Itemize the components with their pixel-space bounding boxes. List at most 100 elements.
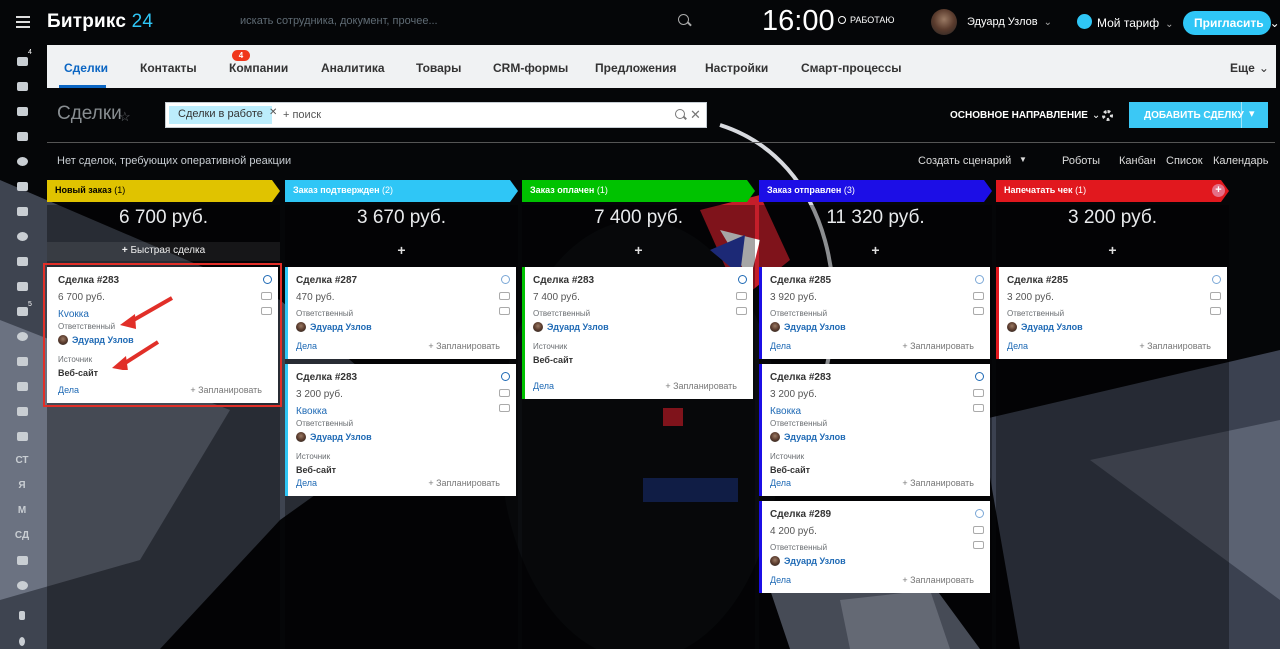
deal-title[interactable]: Сделка #283 [58, 275, 119, 286]
schedule-activity-link[interactable]: + Запланировать [1139, 341, 1211, 351]
responsible-person-link[interactable]: Эдуард Узлов [533, 322, 609, 332]
phone-icon[interactable] [975, 372, 984, 381]
invite-button[interactable]: Пригласить [1183, 11, 1271, 35]
column-header[interactable]: Напечатать чек (1) [996, 180, 1229, 202]
phone-icon[interactable] [738, 275, 747, 284]
close-icon[interactable]: ✕ [690, 107, 701, 123]
filter-search-box[interactable]: Сделки в работе ✕ + поиск ✕ [165, 102, 707, 128]
mail-icon[interactable] [17, 307, 28, 316]
phone-icon[interactable] [263, 275, 272, 284]
schedule-activity-link[interactable]: + Запланировать [902, 575, 974, 585]
deal-title[interactable]: Сделка #289 [770, 509, 831, 520]
store-icon[interactable] [17, 407, 28, 416]
phone-icon[interactable] [975, 275, 984, 284]
chart-icon[interactable] [17, 257, 28, 266]
target-icon[interactable] [17, 157, 28, 166]
email-icon[interactable] [736, 292, 747, 300]
search-icon[interactable] [678, 14, 689, 25]
window-icon[interactable] [17, 107, 28, 116]
grid-icon[interactable] [17, 382, 28, 391]
responsible-person-link[interactable]: Эдуард Узлов [770, 322, 846, 332]
robot-icon[interactable] [17, 82, 28, 91]
direction-select[interactable]: ОСНОВНОЕ НАПРАВЛЕНИЕ [950, 110, 1100, 121]
tab-deals[interactable]: Сделки [64, 61, 108, 75]
email-icon[interactable] [1210, 292, 1221, 300]
schedule-activity-link[interactable]: + Запланировать [428, 478, 500, 488]
gear-icon[interactable] [1102, 110, 1113, 121]
tab-settings[interactable]: Настройки [705, 61, 768, 75]
chevron-down-icon[interactable]: ▾ [1249, 107, 1255, 120]
phone-icon[interactable] [501, 372, 510, 381]
book-icon[interactable] [17, 132, 28, 141]
deal-card[interactable]: Сделка #283 3 200 руб. Квокка Ответственный… [285, 364, 516, 496]
document-icon[interactable] [17, 556, 28, 565]
chat-icon[interactable] [499, 307, 510, 315]
chat-icon[interactable] [973, 307, 984, 315]
responsible-person-link[interactable]: Эдуард Узлов [770, 556, 846, 566]
phone-icon[interactable] [975, 509, 984, 518]
phone-icon[interactable] [501, 275, 510, 284]
chip-close-icon[interactable]: ✕ [269, 107, 277, 118]
tarif-menu[interactable]: Мой тариф [1097, 16, 1174, 30]
chat-icon[interactable] [973, 404, 984, 412]
schedule-activity-link[interactable]: + Запланировать [665, 381, 737, 391]
settings-sliders-icon[interactable] [17, 432, 28, 441]
schedule-activity-link[interactable]: + Запланировать [902, 478, 974, 488]
tab-products[interactable]: Товары [416, 61, 461, 75]
drive-icon[interactable] [17, 207, 28, 216]
create-scenario-button[interactable]: Создать сценарий [918, 155, 1011, 167]
schedule-activity-link[interactable]: + Запланировать [190, 385, 262, 395]
chat-icon[interactable] [1210, 307, 1221, 315]
deal-activities-link[interactable]: Дела [296, 478, 317, 488]
quick-deal-button[interactable]: Быстрая сделка [47, 242, 280, 261]
work-status[interactable]: РАБОТАЮ [838, 15, 895, 25]
email-icon[interactable] [499, 292, 510, 300]
deal-title[interactable]: Сделка #287 [296, 275, 357, 286]
deal-activities-link[interactable]: Дела [58, 385, 79, 395]
add-deal-plus-icon[interactable]: + [285, 242, 518, 258]
deal-company-link[interactable]: Квокка [296, 406, 327, 417]
star-icon[interactable]: ☆ [119, 109, 131, 125]
column-header[interactable]: Заказ подтвержден (2) [285, 180, 518, 202]
column-header[interactable]: Заказ отправлен (3) [759, 180, 992, 202]
tab-contacts[interactable]: Контакты [140, 61, 197, 75]
filter-chip[interactable]: Сделки в работе [169, 106, 272, 124]
deal-card[interactable]: Сделка #285 3 920 руб. Ответственный Эдуард… [759, 267, 990, 359]
chat-icon[interactable] [499, 404, 510, 412]
sidebar-item-m[interactable]: М [0, 505, 44, 516]
deal-card[interactable]: Сделка #283 7 400 руб. Ответственный Эдуард… [522, 267, 753, 399]
tab-quotes[interactable]: Предложения [595, 61, 677, 75]
tab-companies[interactable]: Компании [229, 61, 288, 75]
responsible-person-link[interactable]: Эдуард Узлов [770, 432, 846, 442]
deal-activities-link[interactable]: Дела [296, 341, 317, 351]
sidebar-item-ya[interactable]: Я [0, 480, 44, 491]
email-icon[interactable] [973, 292, 984, 300]
add-deal-plus-icon[interactable]: + [759, 242, 992, 258]
filter-search-input[interactable]: + поиск [283, 109, 321, 121]
deal-company-link[interactable]: Кvокка [58, 309, 89, 320]
phone-icon[interactable] [1212, 275, 1221, 284]
tab-analytics[interactable]: Аналитика [321, 61, 385, 75]
deal-card[interactable]: Сделка #289 4 200 руб. Ответственный Эдуард… [759, 501, 990, 593]
view-list[interactable]: Список [1166, 155, 1203, 167]
deal-activities-link[interactable]: Дела [770, 575, 791, 585]
global-search-input[interactable]: искать сотрудника, документ, прочее... [240, 15, 438, 27]
add-deal-plus-icon[interactable]: + [522, 242, 755, 258]
deal-title[interactable]: Сделка #285 [1007, 275, 1068, 286]
tasks-icon[interactable] [17, 282, 28, 291]
cart-icon[interactable] [17, 357, 28, 366]
view-calendar[interactable]: Календарь [1213, 155, 1269, 167]
add-stage-icon[interactable]: + [1212, 184, 1225, 197]
email-icon[interactable] [499, 389, 510, 397]
responsible-person-link[interactable]: Эдуард Узлов [1007, 322, 1083, 332]
time-icon[interactable] [17, 332, 28, 341]
search-icon[interactable] [675, 109, 685, 119]
gear-icon[interactable] [19, 637, 25, 646]
user-name-menu[interactable]: Эдуард Узлов [967, 16, 1052, 28]
chevron-down-icon[interactable]: ▼ [1019, 155, 1027, 164]
tab-smart-processes[interactable]: Смарт-процессы [801, 61, 902, 75]
column-header[interactable]: Заказ оплачен (1) [522, 180, 755, 202]
menu-hamburger-icon[interactable] [16, 16, 30, 28]
clock-icon[interactable] [17, 232, 28, 241]
add-deal-button[interactable]: ДОБАВИТЬ СДЕЛКУ ▾ [1129, 102, 1268, 128]
